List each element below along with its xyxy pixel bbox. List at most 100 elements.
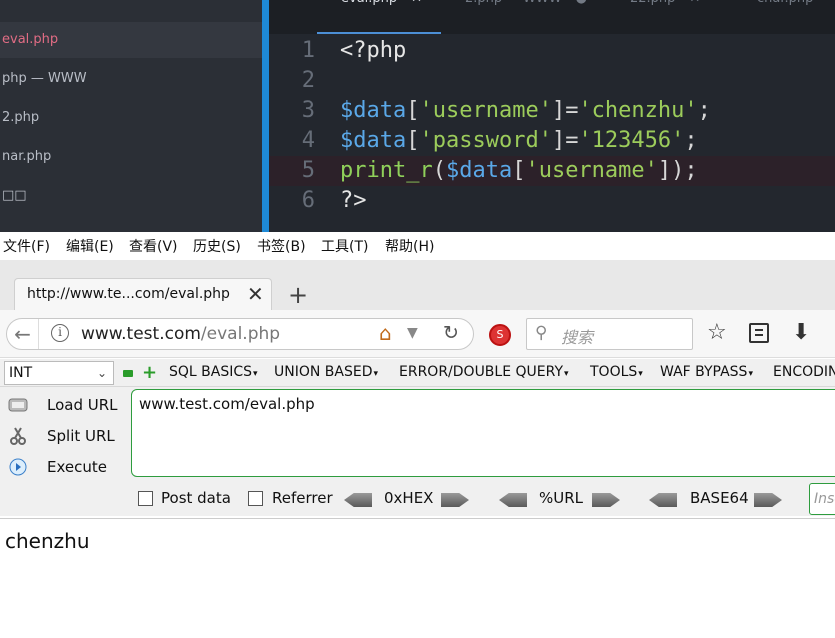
sidebar-file-item[interactable]: eval.php — [0, 22, 262, 58]
hackbar-menu[interactable]: WAF BYPASS — [660, 364, 753, 380]
line-number: 5 — [301, 158, 315, 183]
active-tab-indicator — [317, 32, 441, 34]
hackbar-url-textarea[interactable]: www.test.com/eval.php — [131, 389, 835, 477]
editor-tab[interactable]: 22.php ✕ — [630, 0, 700, 13]
file-sidebar: eval.phpphp — WWW2.phpnar.php□□ · ·· ····… — [0, 0, 262, 232]
menu-item[interactable]: 书签(B) — [257, 236, 306, 256]
sidebar-file-item[interactable]: 2.php — [0, 100, 262, 136]
code-text: print_r($data['username']); — [340, 158, 698, 183]
decrease-icon[interactable] — [123, 370, 133, 377]
base64-decode-arrow-icon[interactable] — [649, 493, 677, 507]
hex-encoder-label: 0xHEX — [384, 489, 434, 507]
browser-tab-title: http://www.te...com/eval.php — [27, 286, 230, 302]
code-area[interactable]: 1 <?php 2 3 $data['username']='chenzhu'; 4 $da… — [269, 36, 835, 232]
code-line[interactable]: 6 ?> — [269, 186, 835, 216]
hackbar-menu[interactable]: ENCODING — [773, 364, 835, 380]
menu-item[interactable]: 文件(F) — [3, 236, 50, 256]
sidebar-file-item[interactable]: □□ — [0, 178, 262, 214]
code-text: ?> — [340, 188, 367, 213]
line-number: 6 — [301, 188, 315, 213]
url-encode-arrow-icon[interactable] — [592, 493, 620, 507]
close-tab-icon[interactable]: ● — [576, 0, 587, 6]
editor-tab-bar: eval.php ✕ 2.php WWW ● 22.php ✕ char.php — [269, 0, 835, 34]
sidebar-file-item[interactable]: php — WWW — [0, 61, 262, 97]
code-text: <?php — [340, 38, 407, 63]
hackbar-panel: INT⌄ + SQL BASICS UNION BASED ERROR/DOUBLE… — [0, 359, 835, 516]
hex-encode-arrow-icon[interactable] — [441, 493, 469, 507]
code-editor-window: eval.phpphp — WWW2.phpnar.php□□· ·· ····… — [0, 0, 835, 232]
menu-item[interactable]: 工具(T) — [321, 236, 368, 256]
close-tab-icon[interactable]: ✕ — [411, 0, 422, 6]
editor-tab[interactable]: char.php — [757, 0, 827, 13]
noscript-icon[interactable]: S — [489, 324, 511, 346]
editor-tab[interactable]: WWW ● — [523, 0, 587, 13]
post-data-label: Post data — [161, 489, 231, 507]
search-icon: ⚲ — [535, 323, 548, 343]
editor-tab[interactable]: 2.php — [465, 0, 516, 13]
browser-tab[interactable]: http://www.te...com/eval.php ✕ — [14, 278, 272, 311]
code-line[interactable]: 5 print_r($data['username']); — [269, 156, 835, 186]
referrer-checkbox[interactable] — [248, 491, 263, 506]
line-number: 1 — [301, 38, 315, 63]
editor-tab[interactable]: eval.php ✕ — [341, 0, 422, 13]
sidebar-file-item[interactable]: nar.php — [0, 139, 262, 175]
hackbar-menu[interactable]: TOOLS — [590, 364, 643, 380]
code-text: $data['username']='chenzhu'; — [340, 98, 711, 123]
sidebar-file-item[interactable]: · ·· ······ · — [0, 217, 262, 232]
hex-decode-arrow-icon[interactable] — [344, 493, 372, 507]
home-icon[interactable]: ⌂ — [379, 321, 392, 345]
editor-tab-label: eval.php — [341, 0, 397, 6]
increase-icon[interactable]: + — [142, 364, 157, 382]
load-url-icon — [8, 396, 28, 414]
post-data-checkbox[interactable] — [138, 491, 153, 506]
editor-tab-label: 2.php — [465, 0, 502, 6]
close-tab-icon[interactable]: ✕ — [689, 0, 700, 6]
menu-item[interactable]: 历史(S) — [193, 236, 241, 256]
execute-button[interactable]: Execute — [4, 454, 124, 480]
hackbar-menu[interactable]: ERROR/DOUBLE QUERY — [399, 364, 569, 380]
code-text: $data['password']='123456'; — [340, 128, 698, 153]
close-tab-icon[interactable]: ✕ — [247, 282, 264, 306]
hackbar-menu[interactable]: UNION BASED — [274, 364, 378, 380]
code-line[interactable]: 4 $data['password']='123456'; — [269, 126, 835, 156]
base64-encode-arrow-icon[interactable] — [754, 493, 782, 507]
reload-icon[interactable]: ↻ — [443, 322, 459, 344]
url-decode-arrow-icon[interactable] — [499, 493, 527, 507]
bookmark-star-icon[interactable]: ☆ — [707, 320, 727, 345]
button-label: Execute — [47, 458, 107, 476]
execute-icon — [8, 458, 28, 476]
split-url-button[interactable]: Split URL — [4, 423, 124, 449]
hackbar-menu[interactable]: SQL BASICS — [169, 364, 258, 380]
url-text[interactable]: www.test.com/eval.php — [81, 324, 280, 344]
load-url-button[interactable]: Load URL — [4, 392, 124, 418]
hackbar-options: Post data Referrer 0xHEX %URL BASE64 Ins… — [0, 483, 835, 515]
line-number: 4 — [301, 128, 315, 153]
code-line[interactable]: 2 — [269, 66, 835, 96]
menu-item[interactable]: 查看(V) — [129, 236, 178, 256]
editor-tab-label: WWW — [523, 0, 562, 6]
info-icon[interactable]: i — [51, 324, 69, 342]
code-line[interactable]: 1 <?php — [269, 36, 835, 66]
url-bar[interactable]: ← i www.test.com/eval.php ⌂ ▼ ↻ — [6, 318, 474, 350]
hackbar-toolbar: INT⌄ + SQL BASICS UNION BASED ERROR/DOUBLE… — [0, 359, 835, 387]
search-input[interactable]: ⚲ 搜索 — [526, 318, 693, 350]
page-content: chenzhu — [0, 518, 835, 638]
browser-window: 文件(F) 编辑(E) 查看(V) 历史(S) 书签(B) 工具(T) 帮助(H) http… — [0, 232, 835, 638]
type-select[interactable]: INT ⌄ — [4, 361, 114, 385]
insert-string-input[interactable]: Insert — [809, 483, 835, 515]
chevron-down-icon[interactable]: ▼ — [407, 325, 418, 341]
navigation-bar: ← i www.test.com/eval.php ⌂ ▼ ↻ S ⚲ 搜索 ☆… — [0, 310, 835, 358]
browser-tab-strip: http://www.te...com/eval.php ✕ + — [0, 260, 835, 311]
editor-tab-label: char.php — [757, 0, 813, 6]
url-encoder-label: %URL — [539, 489, 584, 507]
code-line[interactable]: 3 $data['username']='chenzhu'; — [269, 96, 835, 126]
back-arrow-icon[interactable]: ← — [7, 319, 39, 349]
download-icon[interactable]: ⬇ — [792, 320, 810, 345]
search-placeholder: 搜索 — [561, 328, 594, 347]
menu-item[interactable]: 编辑(E) — [66, 236, 114, 256]
reading-list-icon[interactable] — [749, 323, 769, 343]
new-tab-button[interactable]: + — [288, 281, 308, 309]
split-url-icon — [8, 427, 28, 445]
menu-item[interactable]: 帮助(H) — [385, 236, 434, 256]
referrer-label: Referrer — [272, 489, 333, 507]
